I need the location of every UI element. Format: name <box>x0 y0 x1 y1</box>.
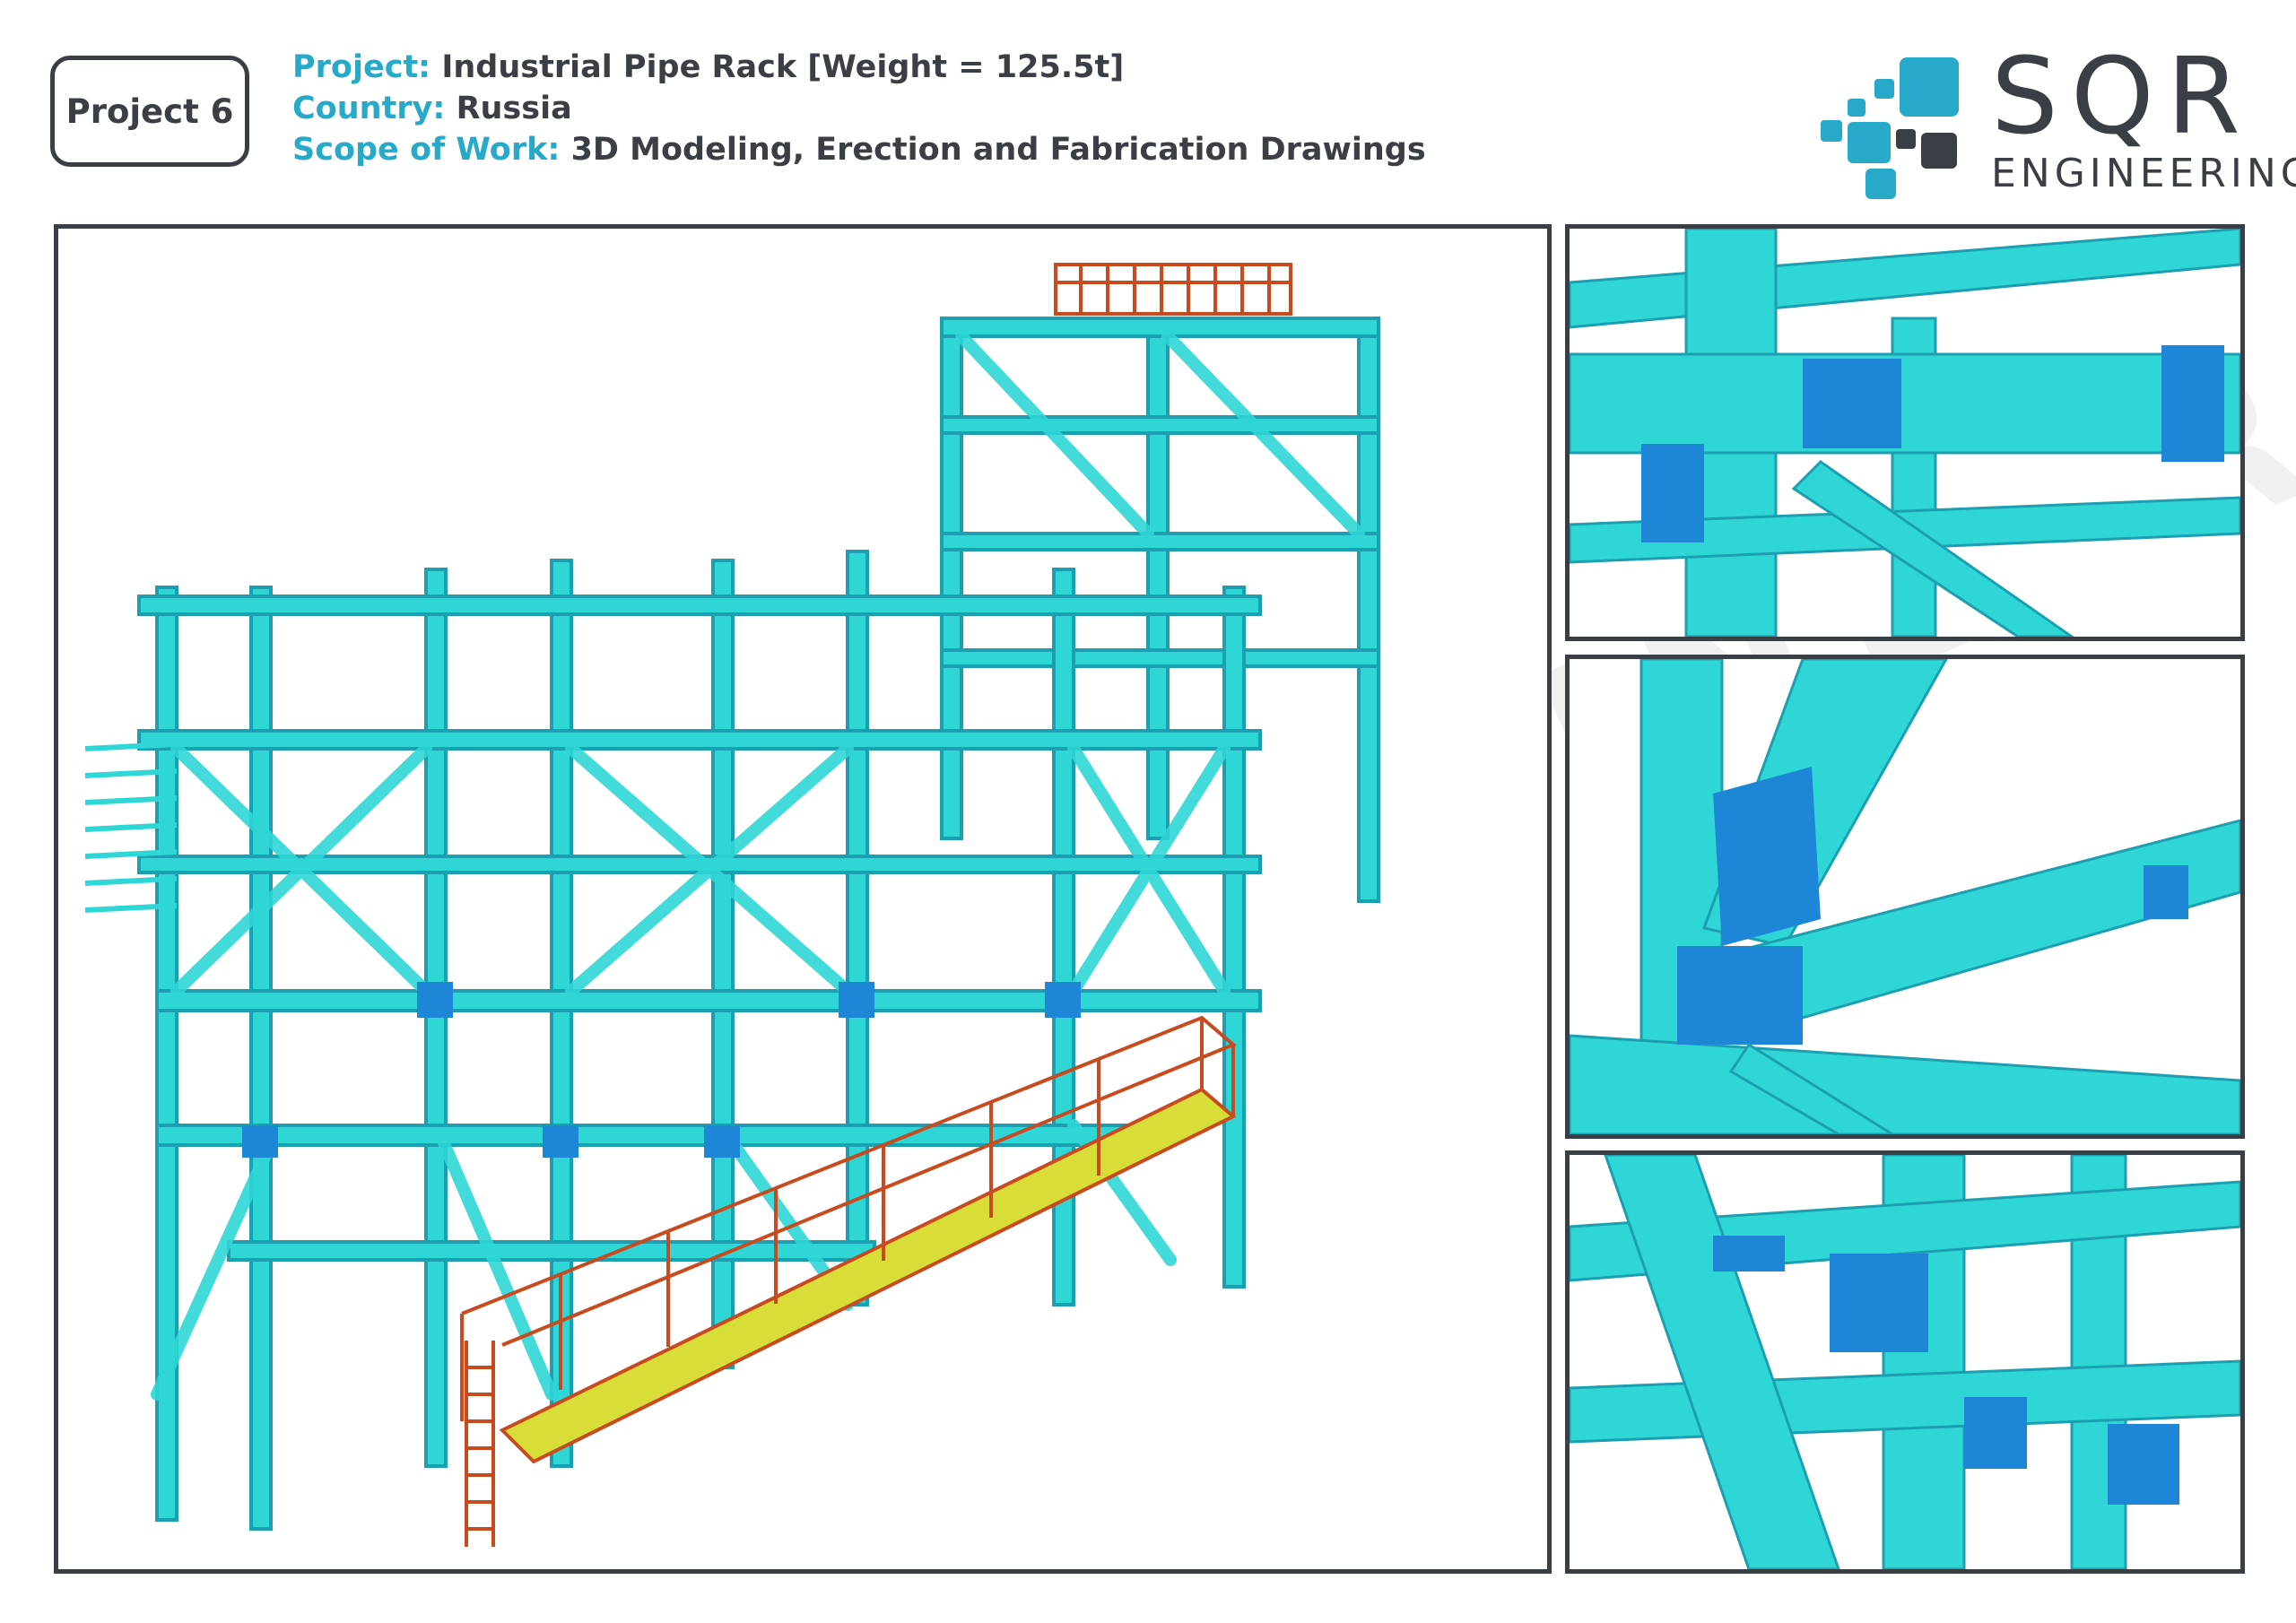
scope-row: Scope of Work: 3D Modeling, Erection and… <box>292 129 1426 170</box>
country-key: Country: <box>292 91 446 126</box>
logo-subtext: ENGINEERING <box>1991 151 2296 196</box>
project-badge: Project 6 <box>50 56 249 167</box>
country-value: Russia <box>456 91 572 126</box>
project-key: Project: <box>292 49 431 85</box>
project-row: Project: Industrial Pipe Rack [Weight = … <box>292 47 1426 88</box>
scope-key: Scope of Work: <box>292 132 561 168</box>
detail-image-connection-top <box>1565 224 2245 641</box>
main-model-image <box>54 224 1552 1574</box>
sqr-logo: SQR ENGINEERING <box>1821 43 2296 203</box>
detail-image-column-base <box>1565 1150 2245 1574</box>
logo-text: SQR <box>1991 34 2253 158</box>
detail-image-bracing-gusset <box>1565 655 2245 1139</box>
project-info: Project: Industrial Pipe Rack [Weight = … <box>292 47 1426 170</box>
scope-value: 3D Modeling, Erection and Fabrication Dr… <box>570 132 1426 168</box>
country-row: Country: Russia <box>292 88 1426 129</box>
project-value: Industrial Pipe Rack [Weight = 125.5t] <box>441 49 1125 85</box>
sqr-logo-icon <box>1821 57 1959 199</box>
